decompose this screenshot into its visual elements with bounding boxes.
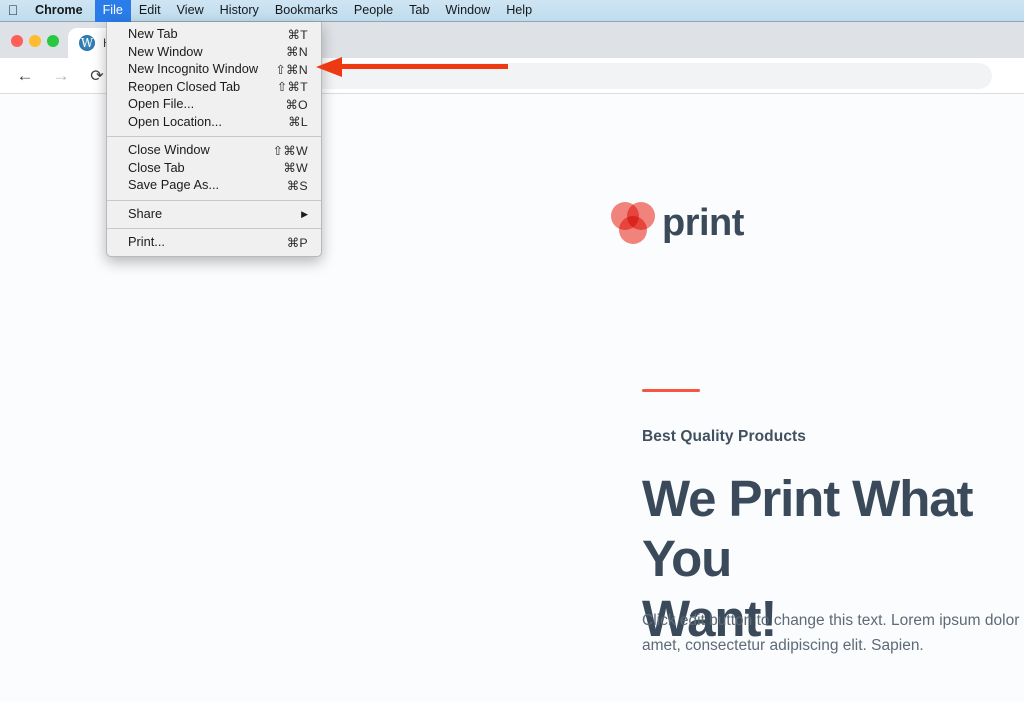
menubar-item-people[interactable]: People <box>346 0 401 22</box>
menu-item-label: Open Location... <box>128 113 222 129</box>
menu-item-shortcut: ⇧⌘T <box>276 80 308 95</box>
menu-item-share[interactable]: Share ▶ <box>107 206 321 224</box>
hero-paragraph: Click edit button to change this text. L… <box>642 612 1024 655</box>
menu-item-close-window[interactable]: Close Window ⇧⌘W <box>107 142 321 160</box>
menubar-item-history[interactable]: History <box>212 0 267 22</box>
menubar-item-view[interactable]: View <box>169 0 212 22</box>
menu-item-label: Print... <box>128 234 165 250</box>
wordpress-icon: W <box>79 35 95 51</box>
forward-icon[interactable]: → <box>46 61 76 91</box>
menubar-app-name[interactable]: Chrome <box>26 0 95 22</box>
menu-item-save-page-as[interactable]: Save Page As... ⌘S <box>107 177 321 195</box>
file-dropdown-menu: New Tab ⌘T New Window ⌘N New Incognito W… <box>106 22 322 257</box>
menu-item-shortcut: ⇧⌘N <box>275 62 308 77</box>
menu-item-open-file[interactable]: Open File... ⌘O <box>107 96 321 114</box>
menu-item-shortcut: ⌘O <box>285 97 308 112</box>
menu-item-label: Close Window <box>128 142 210 158</box>
menu-item-new-window[interactable]: New Window ⌘N <box>107 44 321 62</box>
menu-item-label: Save Page As... <box>128 177 220 193</box>
menu-item-new-incognito-window[interactable]: New Incognito Window ⇧⌘N <box>107 61 321 79</box>
menu-separator <box>107 136 321 137</box>
menu-item-label: Reopen Closed Tab <box>128 78 241 94</box>
menu-item-label: New Incognito Window <box>128 61 259 77</box>
print-circles-icon <box>611 200 657 246</box>
menu-item-label: New Window <box>128 43 203 59</box>
menu-item-label: Open File... <box>128 96 195 112</box>
menu-item-shortcut: ⌘S <box>286 178 308 193</box>
menu-item-label: Share <box>128 205 163 221</box>
back-icon[interactable]: ← <box>10 61 40 91</box>
menubar-item-window[interactable]: Window <box>437 0 498 22</box>
menu-item-shortcut: ⌘T <box>287 27 308 42</box>
menu-item-shortcut: ⌘W <box>283 161 308 176</box>
menu-separator <box>107 199 321 201</box>
menu-item-reopen-closed-tab[interactable]: Reopen Closed Tab ⇧⌘T <box>107 79 321 97</box>
annotation-arrow-icon <box>316 57 508 77</box>
menubar-item-file[interactable]: File <box>94 0 131 22</box>
site-logo[interactable]: print <box>611 200 744 246</box>
window-zoom-button[interactable] <box>47 35 59 47</box>
menu-item-new-tab[interactable]: New Tab ⌘T <box>107 26 321 44</box>
menu-separator <box>107 228 321 229</box>
window-minimize-button[interactable] <box>29 35 41 47</box>
menubar-item-help[interactable]: Help <box>498 0 540 22</box>
submenu-arrow-icon: ▶ <box>301 208 308 219</box>
hero-accent-rule <box>642 389 700 392</box>
menu-item-print[interactable]: Print... ⌘P <box>107 234 321 252</box>
menubar-item-bookmarks[interactable]: Bookmarks <box>267 0 346 22</box>
menu-item-label: New Tab <box>128 26 178 42</box>
menubar-item-tab[interactable]: Tab <box>401 0 437 22</box>
menu-item-label: Close Tab <box>128 159 185 175</box>
macos-menu-bar:  Chrome File Edit View History Bookmark… <box>0 0 1024 22</box>
menu-item-close-tab[interactable]: Close Tab ⌘W <box>107 160 321 178</box>
menu-item-shortcut: ⌘N <box>286 45 308 60</box>
menu-item-open-location[interactable]: Open Location... ⌘L <box>107 114 321 132</box>
menubar-item-edit[interactable]: Edit <box>131 0 169 22</box>
screenshot-root:  Chrome File Edit View History Bookmark… <box>0 0 1024 702</box>
menu-item-shortcut: ⇧⌘W <box>272 143 308 158</box>
apple-logo-icon[interactable]:  <box>0 3 26 19</box>
menu-item-shortcut: ⌘L <box>288 115 308 130</box>
site-logo-text: print <box>662 202 744 244</box>
hero-eyebrow: Best Quality Products <box>642 428 807 445</box>
menu-item-shortcut: ⌘P <box>286 235 308 250</box>
window-close-button[interactable] <box>11 35 23 47</box>
